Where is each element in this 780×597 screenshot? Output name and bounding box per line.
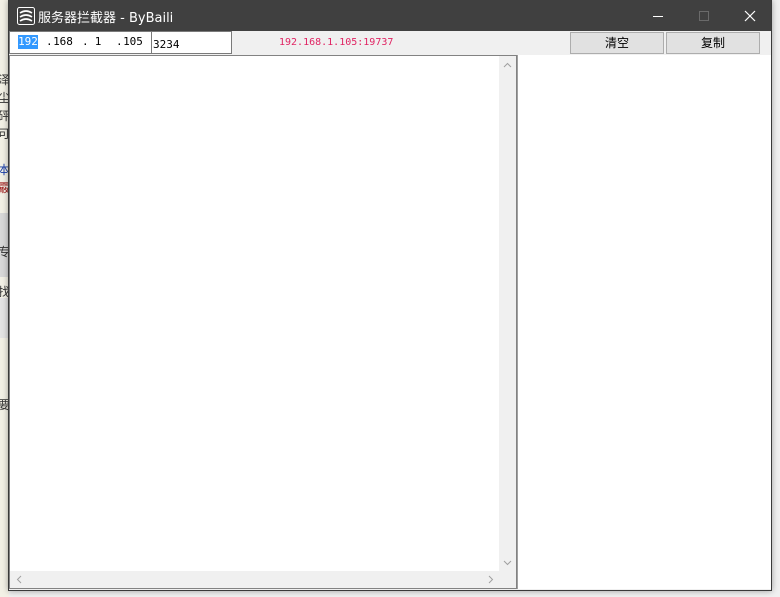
maximize-button[interactable] bbox=[681, 0, 727, 31]
close-icon bbox=[744, 10, 756, 21]
minimize-icon bbox=[653, 15, 663, 17]
log-textarea[interactable] bbox=[9, 55, 517, 589]
scroll-down-icon[interactable] bbox=[503, 560, 512, 566]
horizontal-scrollbar[interactable] bbox=[10, 571, 499, 588]
window-title: 服务器拦截器 - ByBaili bbox=[38, 11, 174, 26]
ip-octet-2[interactable]: 168 bbox=[51, 35, 75, 49]
title-bar[interactable]: 服务器拦截器 - ByBaili bbox=[9, 0, 771, 31]
scroll-left-icon[interactable] bbox=[16, 575, 22, 584]
clear-button[interactable]: 清空 bbox=[570, 32, 664, 54]
app-window: 服务器拦截器 - ByBaili 192 . 168 . 1 . 105 323… bbox=[8, 0, 772, 591]
ip-octet-1[interactable]: 192 bbox=[18, 35, 38, 49]
toolbar: 192 . 168 . 1 . 105 3234 192.168.1.105:1… bbox=[9, 31, 771, 55]
copy-button[interactable]: 复制 bbox=[666, 32, 760, 54]
detail-pane[interactable] bbox=[517, 55, 771, 589]
scroll-up-icon[interactable] bbox=[503, 62, 512, 68]
ip-address-input[interactable]: 192 . 168 . 1 . 105 bbox=[9, 31, 152, 54]
scrollbar-corner bbox=[499, 571, 516, 588]
connection-status: 192.168.1.105:19737 bbox=[279, 37, 394, 48]
vertical-scrollbar[interactable] bbox=[499, 56, 516, 571]
ip-octet-4[interactable]: 105 bbox=[121, 35, 145, 49]
close-button[interactable] bbox=[727, 0, 773, 31]
minimize-button[interactable] bbox=[635, 0, 681, 31]
ip-separator: . bbox=[82, 35, 89, 48]
port-input[interactable]: 3234 bbox=[152, 31, 232, 54]
maximize-icon bbox=[699, 10, 709, 21]
scroll-right-icon[interactable] bbox=[488, 575, 494, 584]
ip-octet-3[interactable]: 1 bbox=[90, 35, 106, 49]
stream-logo-icon bbox=[17, 7, 35, 25]
